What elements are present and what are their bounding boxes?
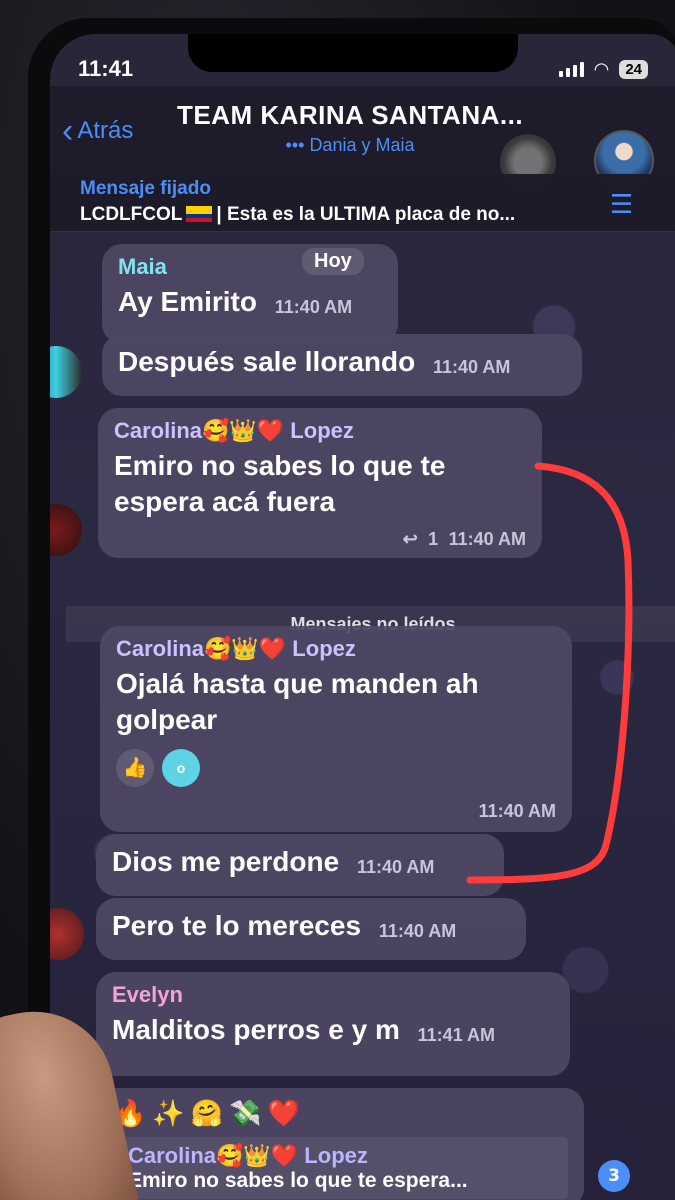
typing-dots-icon: ••• [285, 135, 305, 155]
reply-icon[interactable]: ↩ [403, 529, 418, 549]
wifi-icon: ◠ [593, 58, 610, 80]
message-sender: Carolina🥰👑❤️ Lopez [116, 636, 356, 661]
reaction-avatar: o [162, 748, 200, 787]
message-time: 11:40 AM [433, 357, 511, 377]
message-time: 11:40 AM [478, 801, 556, 821]
message-emoji-header: 🔥✨🤗💸❤️ [114, 1098, 306, 1128]
message-bubble[interactable]: Carolina🥰👑❤️ Lopez Emiro no sabes lo que… [98, 408, 542, 558]
typing-indicator: ••• Dania y Maia [285, 135, 415, 155]
message-time: 11:40 AM [378, 921, 457, 941]
pinned-prefix: LCDLFCOL [80, 204, 183, 225]
pinned-text: LCDLFCOL | Esta es la ULTIMA placa de no.… [80, 204, 515, 226]
date-badge: Hoy [302, 248, 364, 275]
message-bubble[interactable]: Carolina🥰👑❤️ Lopez Ojalá hasta que mande… [100, 626, 572, 832]
pinned-message-bar[interactable]: Mensaje fijado LCDLFCOL | Esta es la ULTI… [50, 174, 675, 232]
message-bubble[interactable]: Dios me perdone 11:40 AM [96, 834, 504, 896]
message-bubble[interactable]: Maia Hoy Ay Emirito 11:40 AM [102, 244, 398, 344]
message-text: Dios me perdone [112, 846, 340, 877]
back-button[interactable]: ‹ Atrás [62, 114, 133, 148]
signal-icon [558, 61, 584, 77]
pinned-label: Mensaje fijado [80, 178, 211, 199]
message-time: 11:40 AM [448, 529, 526, 549]
message-time: 11:40 AM [274, 297, 353, 317]
message-time: 11:41 AM [417, 1025, 496, 1045]
back-label: Atrás [77, 117, 134, 144]
message-text: Emiro no sabes lo que te espera acá fuer… [114, 450, 446, 518]
message-time: 11:40 AM [356, 857, 435, 877]
message-bubble[interactable]: Pero te lo mereces 11:40 AM [96, 898, 526, 960]
chat-title: TEAM KARINA SANTANA... [176, 100, 524, 130]
quote-text: Emiro no sabes lo que te espera... [128, 1169, 468, 1192]
camera-notch [188, 34, 518, 72]
message-text: Ojalá hasta que manden ah golpear [116, 668, 479, 736]
unread-mentions-badge[interactable]: 3 [598, 1160, 630, 1192]
status-icons: ◠ 24 [558, 58, 648, 80]
message-text: Ay Emirito [118, 286, 257, 317]
pin-list-icon[interactable]: ☰ [610, 190, 633, 220]
message-text: Después sale llorando [118, 346, 416, 377]
quote-sender: Carolina🥰👑❤️ Lopez [128, 1143, 368, 1168]
message-text: Pero te lo mereces [112, 910, 362, 941]
chevron-left-icon: ‹ [62, 112, 74, 150]
colombia-flag-icon [186, 206, 213, 222]
quoted-message[interactable]: Carolina🥰👑❤️ Lopez Emiro no sabes lo que… [114, 1137, 568, 1199]
message-bubble[interactable]: Después sale llorando 11:40 AM [102, 334, 582, 396]
battery-icon: 24 [619, 59, 648, 79]
reply-count: 1 [428, 529, 439, 549]
phone-screen: 11:41 ◠ 24 ‹ Atrás TEAM KARINA SANTANA..… [50, 34, 675, 1200]
message-text: Malditos perros e y m [112, 1014, 400, 1045]
status-time: 11:41 [78, 56, 134, 81]
reaction-thumbs-up[interactable]: 👍 [116, 748, 154, 787]
chat-title-block[interactable]: TEAM KARINA SANTANA... ••• Dania y Maia [170, 100, 530, 156]
message-sender: Evelyn [112, 982, 183, 1007]
reaction-row: 👍 o [116, 748, 556, 787]
pinned-body: | Esta es la ULTIMA placa de no... [216, 204, 516, 225]
message-bubble[interactable]: 🔥✨🤗💸❤️ Carolina🥰👑❤️ Lopez Emiro no sabes… [98, 1088, 584, 1200]
message-sender: Carolina🥰👑❤️ Lopez [114, 418, 354, 443]
message-bubble[interactable]: Evelyn Malditos perros e y m 11:41 AM [96, 972, 570, 1076]
